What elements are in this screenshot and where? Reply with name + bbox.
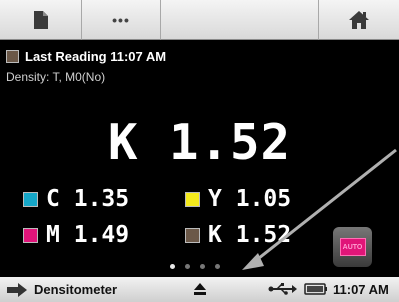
annotation-arrow-icon <box>242 148 397 270</box>
device-screen: ••• Last Reading 11:07 AM Density: T, M0… <box>0 0 399 302</box>
clock: 11:07 AM <box>333 282 389 297</box>
mode-indicator[interactable]: Densitometer <box>6 282 117 297</box>
arrow-right-icon <box>7 282 27 297</box>
battery-icon <box>304 283 327 295</box>
status-bar: Densitometer 11:07 AM <box>0 277 399 302</box>
eject-icon[interactable] <box>193 282 207 296</box>
usb-icon <box>268 283 297 295</box>
mode-label: Densitometer <box>34 282 118 297</box>
